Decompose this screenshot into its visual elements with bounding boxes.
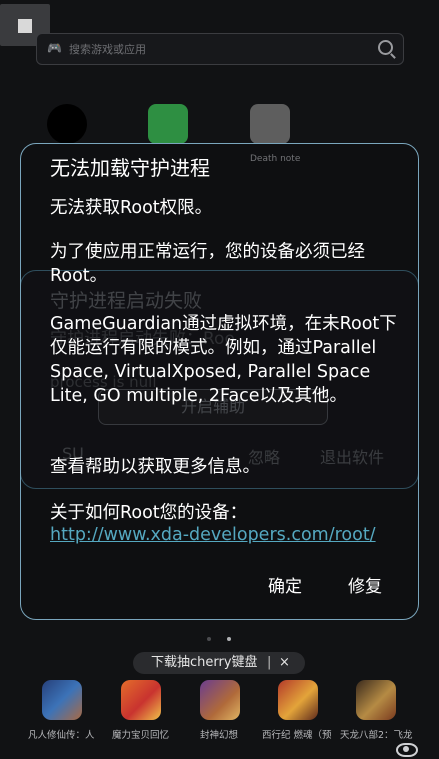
android-icon[interactable] [148,104,188,144]
tubba-logo-icon[interactable] [47,104,87,144]
fix-button[interactable]: 修复 [348,572,382,597]
game-icon-fanren[interactable] [42,680,82,720]
death-note-icon[interactable] [250,104,290,144]
toast-text: 下载抽cherry键盘 [151,655,258,670]
game-label: 凡人修仙传：人 [28,730,95,741]
game-label: 天龙八部2：飞龙 [340,730,413,741]
game-icon-moli[interactable] [121,680,161,720]
search-placeholder: 搜索游戏或应用 [69,43,146,56]
ok-button[interactable]: 确定 [268,572,302,597]
game-label: 封神幻想 [200,730,239,741]
game-icon-tianlong[interactable] [356,680,396,720]
page-dot [207,637,211,641]
square-icon [18,19,32,33]
search-bar[interactable]: 🎮 搜索游戏或应用 [36,33,404,65]
eye-icon[interactable] [396,743,418,757]
xda-root-link[interactable]: http://www.xda-developers.com/root/ [50,525,376,545]
game-label: 西行纪 燃魂（预 [262,730,332,741]
close-icon[interactable]: × [279,652,290,674]
search-icon[interactable] [378,40,393,55]
game-label: 魔力宝贝回忆 [112,730,170,741]
keyboard-download-toast[interactable]: 下载抽cherry键盘 | × [133,652,305,674]
dialog-title: 无法加载守护进程 [50,156,210,180]
gamepad-icon: 🎮 [47,41,62,55]
dialog-about-root: 关于如何Root您的设备： [50,503,248,523]
dialog-message-no-root: 无法获取Root权限。 [50,198,213,218]
dialog-message-virtual-env: GameGuardian通过虚拟环境，在未Root下仅能运行有限的模式。例如，通… [50,314,397,406]
game-icon-fengshen[interactable] [200,680,240,720]
page-dot-active [227,637,231,641]
toast-separator: | [267,655,272,670]
dialog-message-help: 查看帮助以获取更多信息。 [50,457,260,477]
dialog-message-root-required: 为了使应用正常运行，您的设备必须已经Root。 [50,242,365,286]
game-icon-xixingji[interactable] [278,680,318,720]
